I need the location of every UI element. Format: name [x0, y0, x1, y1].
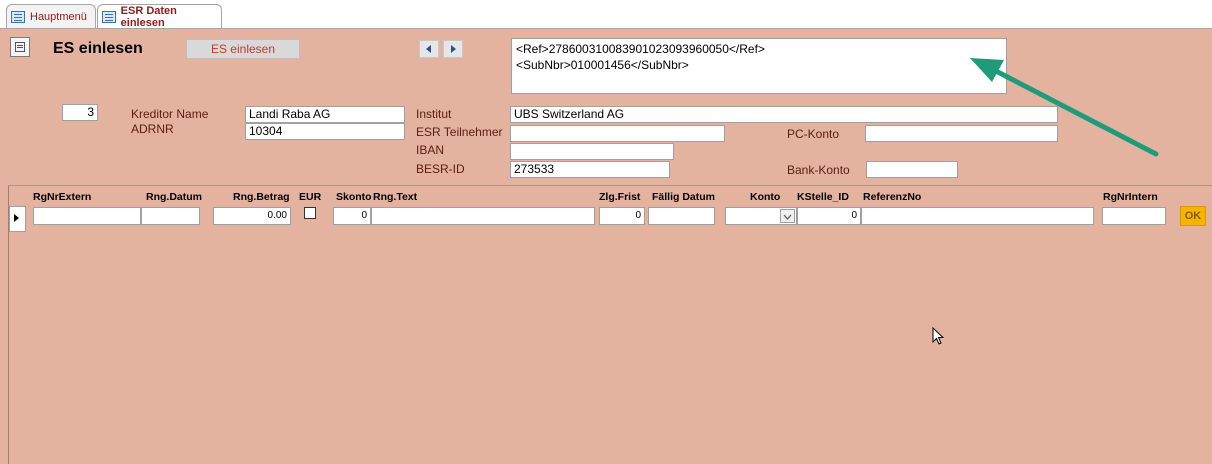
form-icon	[11, 10, 25, 23]
tab-hauptmenu[interactable]: Hauptmenü	[6, 4, 96, 28]
institut-field[interactable]: UBS Switzerland AG	[510, 106, 1058, 123]
referenz-no-cell[interactable]	[861, 207, 1094, 225]
col-rng-betrag: Rng.Betrag	[233, 191, 290, 203]
institut-label: Institut	[416, 107, 452, 121]
pc-konto-field[interactable]	[865, 125, 1058, 142]
skonto-cell[interactable]: 0	[333, 207, 371, 225]
bank-konto-field[interactable]	[866, 161, 958, 178]
esr-teilnehmer-label: ESR Teilnehmer	[416, 125, 503, 139]
next-button[interactable]	[443, 40, 463, 58]
tab-label: ESR Daten einlesen	[120, 5, 177, 29]
col-kstelle-id: KStelle_ID	[797, 191, 849, 203]
kreditor-name-label: Kreditor Name	[131, 107, 209, 121]
ok-button[interactable]: OK	[1180, 206, 1206, 226]
form-properties-icon[interactable]	[10, 37, 30, 57]
col-skonto: Skonto	[336, 191, 372, 203]
pc-konto-label: PC-Konto	[787, 127, 840, 141]
adrnr-field[interactable]: 10304	[245, 123, 405, 140]
col-faellig-datum: Fällig Datum	[652, 191, 716, 203]
iban-field[interactable]	[510, 143, 674, 160]
mouse-cursor-icon	[932, 327, 945, 345]
adrnr-label: ADRNR	[131, 122, 174, 136]
eur-checkbox[interactable]	[304, 207, 316, 219]
zlg-frist-cell[interactable]: 0	[599, 207, 645, 225]
col-rgnr-intern: RgNrIntern	[1103, 191, 1158, 203]
arrow-right-icon	[451, 45, 456, 53]
current-record-arrow-icon	[14, 214, 19, 222]
chevron-down-icon	[783, 214, 792, 220]
tab-label: Hauptmenü	[30, 10, 87, 23]
section-divider	[8, 185, 1212, 186]
col-rgnr-extern: RgNrExtern	[33, 191, 92, 203]
form-icon	[102, 11, 116, 23]
esr-teilnehmer-field[interactable]	[510, 125, 725, 142]
col-konto: Konto	[750, 191, 781, 203]
form-title: ES einlesen	[53, 40, 143, 57]
col-eur: EUR	[299, 191, 322, 203]
tab-strip: Hauptmenü ESR Daten einlesen	[0, 0, 1212, 29]
xml-line-subnbr: <SubNbr>010001456</SubNbr>	[516, 58, 689, 72]
xml-line-ref: <Ref>278600310083901023093960050</Ref>	[516, 42, 765, 56]
record-selector[interactable]	[9, 206, 26, 232]
rng-text-cell[interactable]	[371, 207, 595, 225]
iban-label: IBAN	[416, 143, 445, 157]
es-einlesen-button[interactable]: ES einlesen	[186, 39, 300, 59]
tab-esr-daten-einlesen[interactable]: ESR Daten einlesen	[97, 4, 222, 29]
kreditor-name-field[interactable]: Landi Raba AG	[245, 106, 405, 123]
rgnr-intern-cell[interactable]	[1102, 207, 1166, 225]
rng-datum-cell[interactable]	[141, 207, 200, 225]
col-referenz-no: ReferenzNo	[863, 191, 922, 203]
besr-id-field[interactable]: 273533	[510, 161, 670, 178]
faellig-datum-cell[interactable]	[648, 207, 715, 225]
besr-id-label: BESR-ID	[416, 162, 465, 176]
kstelle-id-cell[interactable]: 0	[797, 207, 861, 225]
previous-button[interactable]	[419, 40, 439, 58]
konto-dropdown-button[interactable]	[780, 209, 795, 223]
col-rng-text: Rng.Text	[373, 191, 418, 203]
record-number-field[interactable]: 3	[62, 104, 98, 121]
rgnr-extern-cell[interactable]	[33, 207, 141, 225]
rng-betrag-cell[interactable]: 0.00	[213, 207, 291, 225]
col-zlg-frist: Zlg.Frist	[599, 191, 641, 203]
col-rng-datum: Rng.Datum	[146, 191, 202, 203]
bank-konto-label: Bank-Konto	[787, 163, 850, 177]
xml-input[interactable]: <Ref>278600310083901023093960050</Ref> <…	[511, 38, 1007, 94]
arrow-left-icon	[426, 45, 431, 53]
